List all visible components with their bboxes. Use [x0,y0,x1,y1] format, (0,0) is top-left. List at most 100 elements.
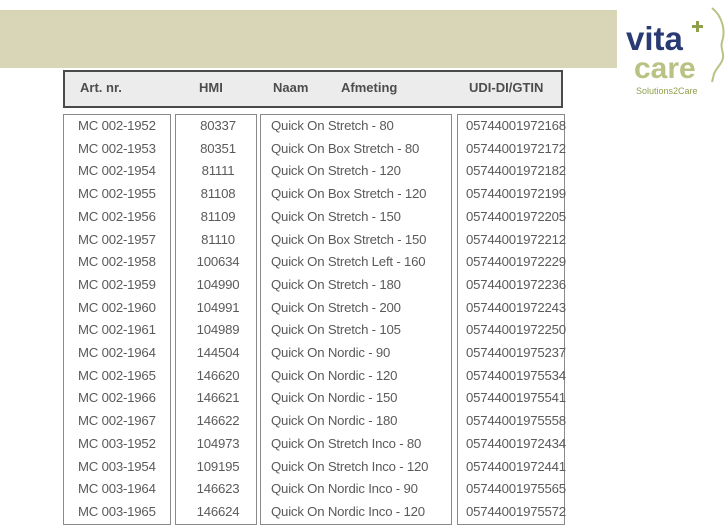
table-row: MC 003-1965 146624 Quick On Nordic Inco - … [0,502,727,525]
table-header: Art. nr. HMI Naam Afmeting UDI-DI/GTIN [63,70,563,108]
cell-hmi: 80337 [200,118,236,133]
cell-art-nr: MC 002-1961 [78,322,156,338]
cell-udi: 05744001972205 [466,208,566,224]
cell-hmi: 146621 [196,390,240,406]
cell-naam: Quick On Stretch - 80 [271,118,394,133]
cell-naam: Quick On Box Stretch - 150 [271,231,427,247]
cell-art-nr: MC 003-1952 [78,435,156,451]
cell-naam: Quick On Stretch - 105 [271,322,401,338]
cell-art-nr: MC 003-1965 [78,503,156,519]
cell-udi: 05744001972441 [466,458,566,474]
table-row: MC 002-1955 81108 Quick On Box Stretch - 1… [0,184,727,207]
cell-hmi: 80351 [200,140,236,156]
table-row: MC 002-1960 104991 Quick On Stretch - 200 0… [0,298,727,321]
cell-art-nr: MC 002-1960 [78,299,156,315]
table-row: MC 002-1959 104990 Quick On Stretch - 180 0… [0,275,727,298]
cell-udi: 05744001975572 [466,503,566,519]
cell-udi: 05744001972229 [466,254,566,270]
table-row: MC 002-1956 81109 Quick On Stretch - 150 05… [0,207,727,230]
cell-art-nr: MC 002-1957 [78,231,156,247]
header-naam: Naam [273,80,309,95]
cell-naam: Quick On Nordic - 90 [271,345,391,360]
cell-art-nr: MC 002-1959 [78,276,156,292]
logo-tagline: Solutions2Care [636,86,698,96]
cell-udi: 05744001972212 [466,231,566,247]
table-row: MC 002-1966 146621 Quick On Nordic - 150 05… [0,388,727,411]
cell-udi: 05744001972243 [466,299,566,315]
cell-hmi: 81111 [201,163,235,179]
table-row: MC 002-1957 81110 Quick On Box Stretch - 1… [0,230,727,253]
cell-hmi: 146624 [196,503,240,519]
vitacare-logo: vita care Solutions2Care [624,2,727,98]
cell-naam: Quick On Stretch Left - 160 [271,254,426,270]
cell-udi: 05744001972172 [466,140,566,156]
cell-udi: 05744001972199 [466,186,566,202]
cell-hmi: 81108 [200,186,236,202]
header-hmi: HMI [199,80,223,95]
cell-naam: Quick On Box Stretch - 80 [271,140,420,156]
cell-naam: Quick On Stretch - 180 [271,276,401,292]
cell-hmi: 146623 [196,481,240,497]
cell-naam: Quick On Stretch - 200 [271,299,401,315]
cell-hmi: 146620 [196,367,240,383]
cell-art-nr: MC 002-1953 [78,140,156,156]
cell-udi: 05744001975558 [466,413,566,429]
cell-hmi: 104973 [196,435,240,451]
cell-naam: Quick On Stretch - 120 [271,163,401,179]
cell-art-nr: MC 002-1965 [78,367,156,383]
cell-art-nr: MC 002-1967 [78,413,156,429]
cell-art-nr: MC 002-1966 [78,390,156,406]
cell-udi: 05744001975541 [466,390,566,406]
vitacare-logo-graphic: vita care Solutions2Care [626,7,725,96]
table-row: MC 003-1952 104973 Quick On Stretch Inco -… [0,434,727,457]
cell-art-nr: MC 003-1964 [78,481,156,497]
header-afmeting: Afmeting [341,80,398,95]
cell-naam: Quick On Stretch - 150 [271,208,401,224]
cell-art-nr: MC 002-1964 [78,345,156,360]
cell-art-nr: MC 002-1955 [78,186,156,202]
table-row: MC 002-1961 104989 Quick On Stretch - 105 0… [0,320,727,343]
cell-udi: 05744001975237 [466,345,566,360]
cell-naam: Quick On Nordic - 180 [271,413,398,429]
cell-naam: Quick On Stretch Inco - 120 [271,458,429,474]
cell-naam: Quick On Nordic - 120 [271,367,398,383]
cell-naam: Quick On Nordic - 150 [271,390,398,406]
cell-hmi: 146622 [196,413,240,429]
cell-naam: Quick On Stretch Inco - 80 [271,435,422,451]
cell-hmi: 144504 [196,345,240,360]
cell-hmi: 81109 [200,208,236,224]
cell-art-nr: MC 003-1954 [78,458,156,474]
table-row: MC 002-1958 100634 Quick On Stretch Left -… [0,252,727,275]
cell-naam: Quick On Box Stretch - 120 [271,186,427,202]
table-row: MC 003-1964 146623 Quick On Nordic Inco - … [0,479,727,502]
header-udi: UDI-DI/GTIN [469,80,544,95]
cell-udi: 05744001972236 [466,276,566,292]
cell-hmi: 104990 [196,276,240,292]
table-row: MC 002-1952 80337 Quick On Stretch - 80 057… [0,116,727,139]
cell-hmi: 104991 [196,299,240,315]
cell-udi: 05744001972434 [466,435,566,451]
table-row: MC 002-1954 81111 Quick On Stretch - 120 05… [0,161,727,184]
logo-word-care: care [634,52,696,85]
table-row: MC 003-1954 109195 Quick On Stretch Inco -… [0,457,727,480]
table-row: MC 002-1967 146622 Quick On Nordic - 180 05… [0,411,727,434]
cell-udi: 05744001975565 [466,481,566,497]
cell-hmi: 100634 [196,254,240,270]
cell-art-nr: MC 002-1952 [78,118,156,133]
cell-udi: 05744001972168 [466,118,566,133]
cell-art-nr: MC 002-1956 [78,208,156,224]
table-row: MC 002-1964 144504 Quick On Nordic - 90 057… [0,343,727,366]
table-row: MC 002-1965 146620 Quick On Nordic - 120 05… [0,366,727,389]
cell-udi: 05744001975534 [466,367,566,383]
cell-naam: Quick On Nordic Inco - 90 [271,481,418,497]
table-row: MC 002-1953 80351 Quick On Box Stretch - 8… [0,139,727,162]
cell-naam: Quick On Nordic Inco - 120 [271,503,425,519]
cell-udi: 05744001972250 [466,322,566,338]
cell-udi: 05744001972182 [466,163,566,179]
cell-art-nr: MC 002-1958 [78,254,156,270]
cell-art-nr: MC 002-1954 [78,163,156,179]
header-band [0,10,617,68]
cell-hmi: 109195 [196,458,240,474]
cell-hmi: 104989 [196,322,240,338]
header-art-nr: Art. nr. [80,80,122,95]
